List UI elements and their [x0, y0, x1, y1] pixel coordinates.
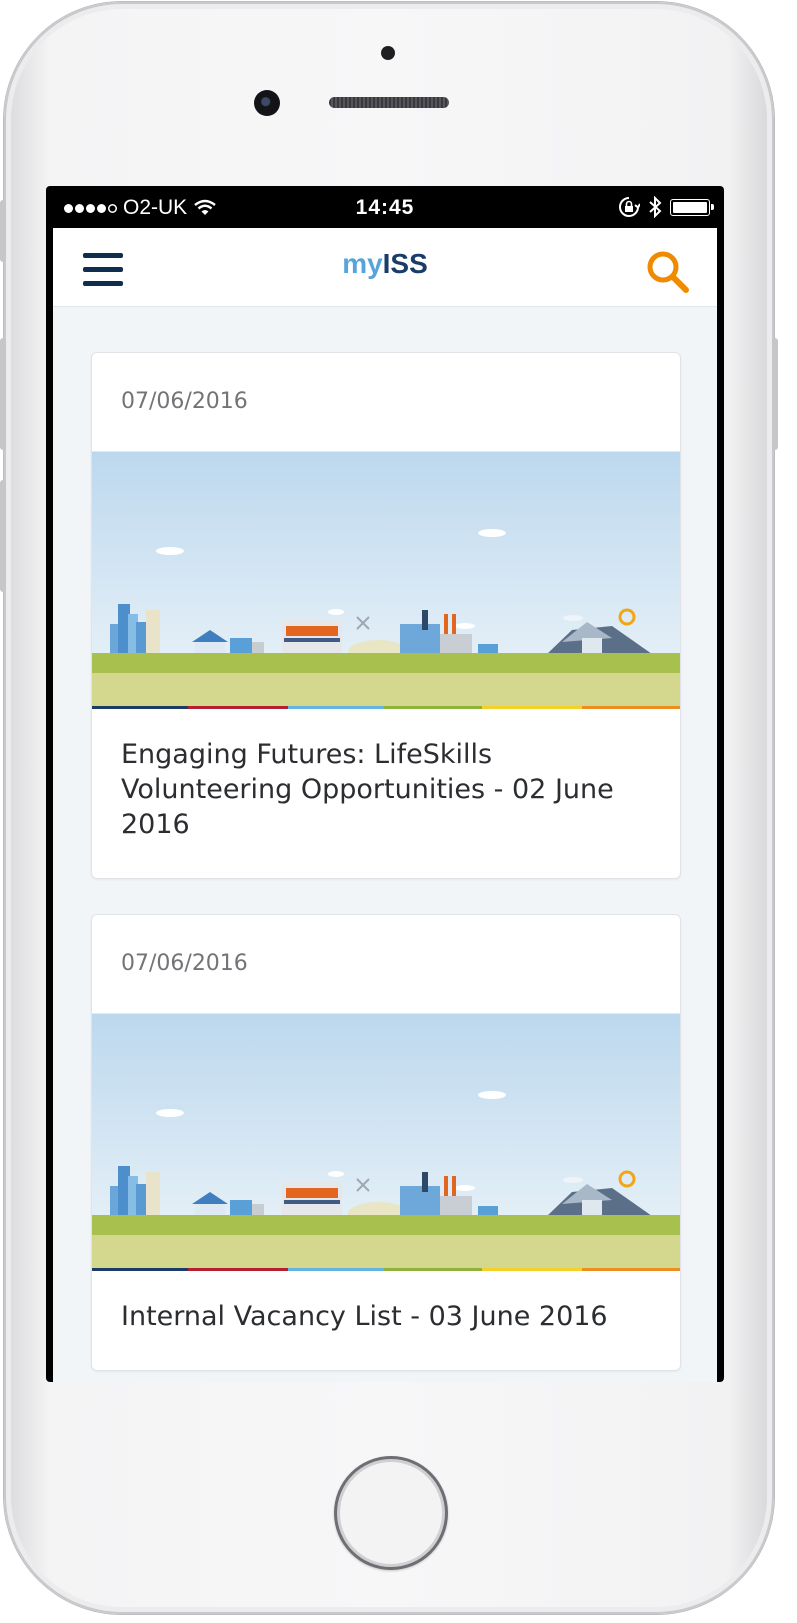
app-logo: myISS	[53, 248, 717, 280]
logo-suffix: ISS	[382, 248, 428, 279]
news-banner-image	[92, 452, 680, 709]
volume-down-button	[0, 480, 6, 592]
app-content: myISS 07/06/2016 Engaging Futures: LifeS…	[53, 228, 717, 1382]
bluetooth-icon	[649, 196, 662, 218]
news-date: 07/06/2016	[92, 915, 680, 1014]
phone-screen: O2-UK 14:45 myISS 07/06/2016 Engaging Fu…	[46, 186, 724, 1382]
news-title[interactable]: Internal Vacancy List - 03 June 2016	[92, 1271, 680, 1370]
rotation-lock-icon	[619, 197, 640, 217]
power-button	[772, 338, 778, 450]
mute-switch	[0, 200, 6, 262]
volume-up-button	[0, 338, 6, 450]
logo-prefix: my	[342, 248, 383, 279]
news-title[interactable]: Engaging Futures: LifeSkills Volunteerin…	[92, 709, 680, 878]
earpiece-speaker	[329, 97, 449, 108]
proximity-sensor	[381, 46, 395, 60]
status-bar: O2-UK 14:45	[46, 186, 724, 228]
news-card[interactable]: 07/06/2016 Engaging Futures: LifeSkills …	[91, 352, 681, 879]
news-date: 07/06/2016	[92, 353, 680, 452]
battery-icon	[670, 198, 714, 216]
news-card[interactable]: 07/06/2016 Internal Vacancy List - 03 Ju…	[91, 914, 681, 1371]
home-button[interactable]	[334, 1456, 448, 1570]
search-icon[interactable]	[643, 247, 691, 295]
news-banner-image	[92, 1014, 680, 1271]
app-header: myISS	[53, 228, 717, 307]
front-camera	[254, 90, 280, 116]
